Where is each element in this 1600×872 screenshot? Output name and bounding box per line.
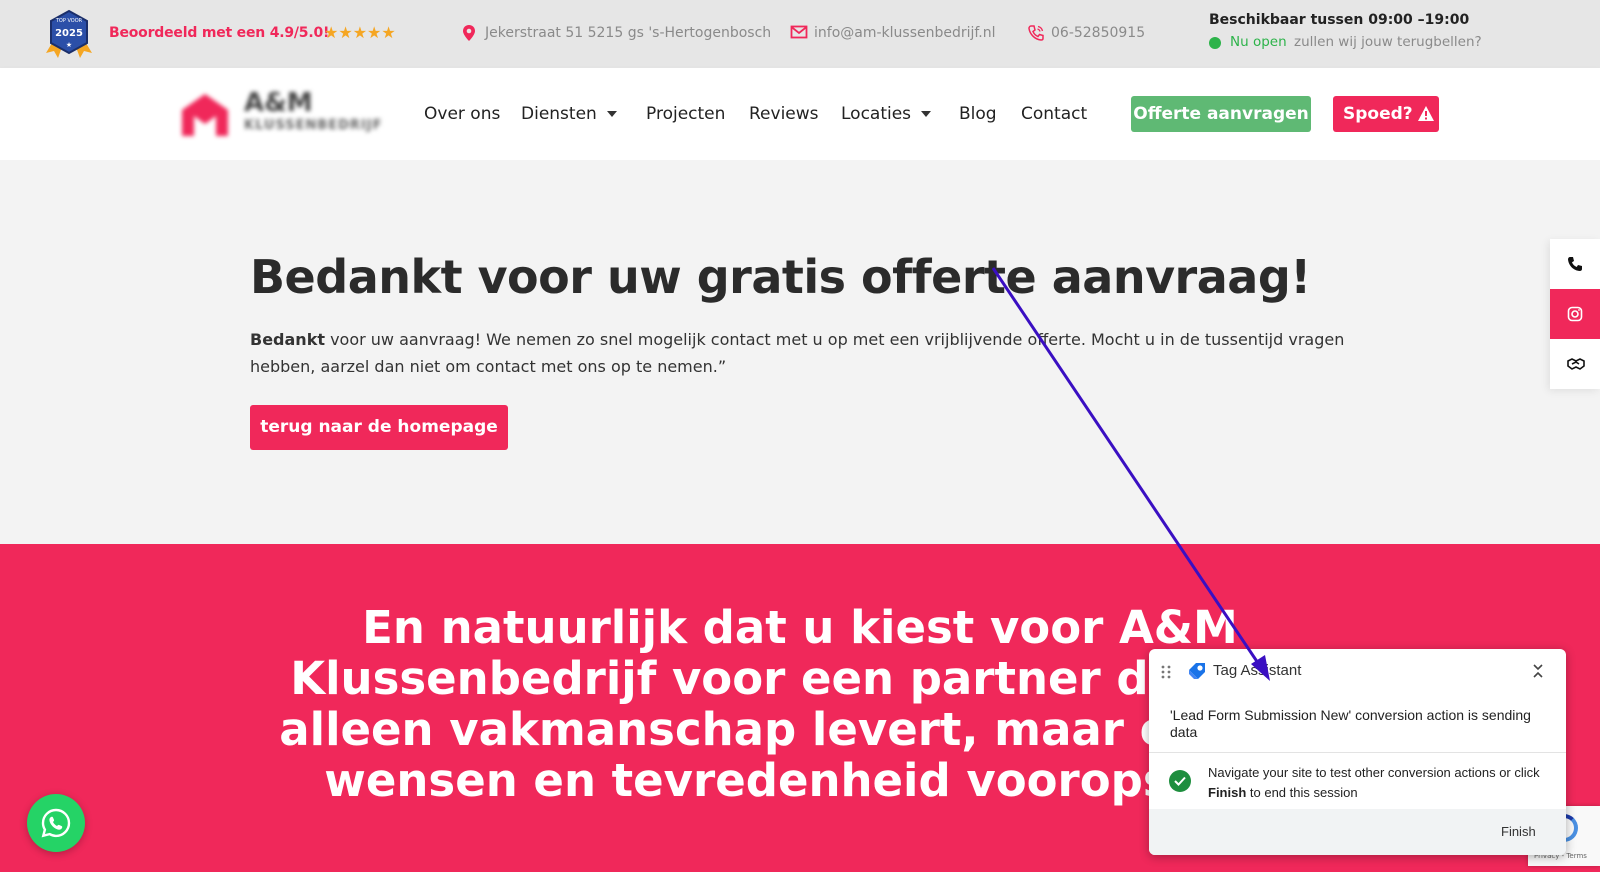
tag-assistant-header: Tag Assistant	[1149, 649, 1566, 693]
svg-text:★: ★	[66, 41, 72, 49]
address-text: Jekerstraat 51 5215 gs 's-Hertogenbosch	[485, 25, 772, 41]
phone-text: 06-52850915	[1051, 25, 1146, 41]
award-badge-icon: TOP VOOR 2025 ★	[46, 9, 92, 58]
lead-bold: Bedankt	[250, 330, 325, 349]
whatsapp-button[interactable]	[27, 794, 85, 852]
side-instagram-button[interactable]	[1550, 289, 1600, 339]
page-title: Bedankt voor uw gratis offerte aanvraag!	[250, 250, 1311, 304]
open-status-icon	[1209, 37, 1221, 49]
thank-you-paragraph: Bedankt voor uw aanvraag! We nemen zo sn…	[250, 326, 1360, 380]
envelope-icon	[790, 25, 808, 39]
company-logo[interactable]: A&M KLUSSENBEDRIJF	[176, 86, 386, 146]
open-label: Nu open	[1230, 34, 1287, 50]
lead-text: voor uw aanvraag! We nemen zo snel mogel…	[250, 330, 1345, 376]
instagram-icon	[1567, 306, 1583, 322]
side-contact-bar	[1550, 239, 1600, 389]
finish-button[interactable]: Finish	[1501, 824, 1536, 839]
logo-title: A&M	[244, 88, 313, 118]
rating-text: Beoordeeld met een 4.9/5.0!	[109, 25, 330, 41]
main-navigation: A&M KLUSSENBEDRIJF Over ons Diensten Pro…	[0, 68, 1600, 160]
nav-item-blog[interactable]: Blog	[959, 104, 997, 124]
nav-item-diensten[interactable]: Diensten	[521, 104, 617, 124]
collapse-icon[interactable]	[1532, 663, 1544, 679]
chevron-down-icon	[606, 111, 617, 117]
tag-assistant-title: Tag Assistant	[1213, 662, 1302, 679]
phone-icon	[1568, 257, 1582, 271]
success-check-icon	[1169, 770, 1191, 792]
info-pre: Navigate your site to test other convers…	[1208, 765, 1540, 780]
whatsapp-icon	[41, 808, 71, 838]
divider	[1149, 752, 1566, 753]
back-to-homepage-button[interactable]: terug naar de homepage	[250, 405, 508, 450]
thank-you-section: Bedankt voor uw gratis offerte aanvraag!…	[0, 160, 1600, 544]
nav-item-locaties-label: Locaties	[841, 104, 912, 124]
quote-request-button[interactable]: Offerte aanvragen	[1131, 96, 1311, 132]
location-pin-icon	[463, 25, 475, 41]
handshake-icon	[1567, 358, 1585, 370]
nav-item-over-ons[interactable]: Over ons	[424, 104, 500, 124]
info-bold: Finish	[1208, 785, 1247, 800]
logo-subtitle: KLUSSENBEDRIJF	[244, 118, 383, 133]
urgent-button[interactable]: Spoed?	[1333, 96, 1439, 132]
nav-item-diensten-label: Diensten	[521, 104, 597, 124]
callback-link[interactable]: zullen wij jouw terugbellen?	[1294, 34, 1482, 50]
conversion-message: 'Lead Form Submission New' conversion ac…	[1170, 707, 1531, 740]
email-text: info@am-klussenbedrijf.nl	[814, 25, 996, 41]
availability-title: Beschikbaar tussen 09:00 –19:00	[1209, 12, 1470, 28]
nav-item-locaties[interactable]: Locaties	[841, 104, 932, 124]
nav-item-reviews[interactable]: Reviews	[749, 104, 819, 124]
session-instructions: Navigate your site to test other convers…	[1208, 763, 1548, 803]
nav-item-projecten[interactable]: Projecten	[646, 104, 725, 124]
info-post: to end this session	[1246, 785, 1358, 800]
house-logo-icon	[182, 94, 228, 136]
rating-stars-icon: ★★★★★	[324, 23, 396, 42]
tag-assistant-panel: Tag Assistant 'Lead Form Submission New'…	[1149, 649, 1566, 855]
chevron-down-icon	[921, 111, 932, 117]
urgent-button-label: Spoed?	[1343, 104, 1413, 124]
drag-handle-icon[interactable]	[1161, 665, 1171, 679]
side-phone-button[interactable]	[1550, 239, 1600, 289]
svg-text:2025: 2025	[55, 28, 83, 39]
nav-item-contact[interactable]: Contact	[1021, 104, 1087, 124]
tag-assistant-logo-icon	[1189, 663, 1205, 679]
svg-text:TOP VOOR: TOP VOOR	[55, 18, 83, 24]
phone-icon	[1028, 25, 1044, 41]
warning-icon	[1418, 106, 1434, 121]
top-info-bar: TOP VOOR 2025 ★ Beoordeeld met een 4.9/5…	[0, 0, 1600, 68]
tag-assistant-footer: Finish	[1149, 809, 1566, 855]
side-handshake-button[interactable]	[1550, 339, 1600, 389]
